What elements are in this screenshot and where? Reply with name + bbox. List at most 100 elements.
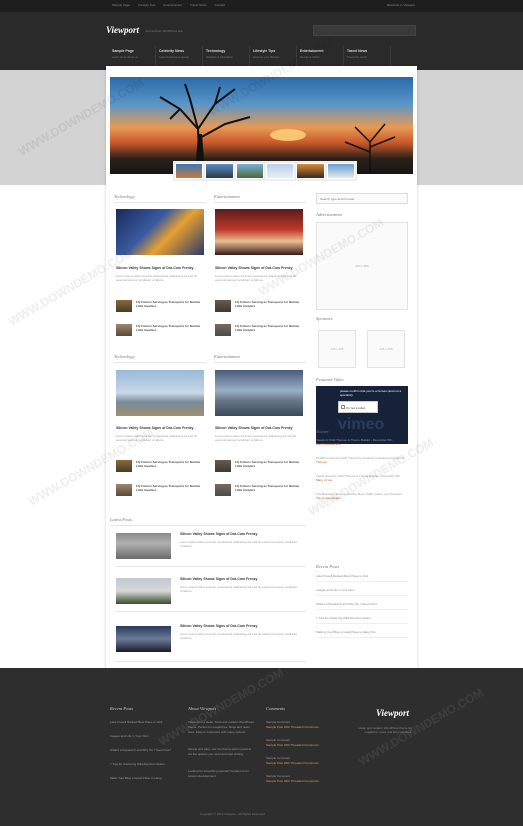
sidebar-title: Twitter [316, 429, 329, 434]
nav-item-title: Travel News [347, 49, 368, 53]
top-link[interactable]: Entertainment [163, 3, 182, 7]
post-excerpt: Lorem ipsum dolor sit amet consectetur a… [116, 434, 198, 442]
footer-recent-link[interactable]: Make Your Blog a Great Place to Hang [110, 776, 162, 780]
tweet: ProfitPro Genesis Child Theme by Creativ… [316, 456, 408, 464]
nav-item-title: Lifestyle Tips [253, 49, 276, 53]
sponsor-ad[interactable]: 125 x 125 [318, 330, 356, 368]
slider-thumb[interactable] [326, 163, 355, 179]
post-excerpt: Lorem ipsum dolor sit amet consectetur a… [215, 274, 297, 282]
slider-thumb[interactable] [175, 163, 204, 179]
post-title[interactable]: Fly Fishers Serving as Transports for Nu… [136, 484, 204, 492]
post-excerpt: Lorem ipsum dolor sit amet consectetur a… [180, 585, 298, 593]
post-image[interactable] [116, 370, 204, 416]
post-title[interactable]: Fly Fishers Serving as Transports for Nu… [136, 324, 204, 332]
post-title[interactable]: Silicon Valley Shows Signs of Dot-Com Fr… [215, 266, 292, 270]
recent-post-link[interactable]: What's a Paparazzi and Why Do I Need One… [316, 602, 408, 610]
site-header: Viewport Just another WordPress site Sam… [0, 12, 523, 74]
nav-item-sub: Travel the world [347, 55, 367, 59]
post-title[interactable]: Silicon Valley Shows Signs of Dot-Com Fr… [180, 577, 257, 581]
top-link[interactable]: Sample Page [112, 3, 130, 7]
post-title[interactable]: Fly Fishers Serving as Transports for Nu… [235, 324, 303, 332]
slider-thumb[interactable] [205, 163, 234, 179]
footer-comment-link[interactable]: Sample Post With Threaded Comments [266, 779, 319, 783]
post-image[interactable] [116, 578, 171, 604]
nav-item-title: Celebrity News [159, 49, 185, 53]
tweet-link[interactable]: http://t.co/example [316, 442, 341, 446]
post-title[interactable]: Fly Fishers Serving as Transports for Nu… [235, 460, 303, 468]
post-thumb[interactable] [215, 460, 231, 472]
site-logo[interactable]: Viewport [106, 25, 139, 35]
footer-recent-link[interactable]: Images and Life in Your Own [110, 734, 148, 738]
footer-description: Clean and modern WordPress theme for mag… [358, 726, 412, 734]
slider-thumb[interactable] [296, 163, 325, 179]
top-link[interactable]: Contact [215, 3, 225, 7]
copyright-text: Copyright © 2012 Viewport · All Rights R… [200, 812, 265, 816]
content-container: Technology Silicon Valley Shows Signs of… [106, 66, 417, 692]
nav-item-sub: Latest Hollywood gossip [159, 55, 190, 59]
footer-comment-link[interactable]: Sample Post With Threaded Comments [266, 761, 319, 765]
post-title[interactable]: Silicon Valley Shows Signs of Dot-Com Fr… [180, 532, 257, 536]
post-thumb[interactable] [116, 460, 132, 472]
post-image[interactable] [116, 626, 171, 652]
post-thumb[interactable] [215, 484, 231, 496]
footer-about-text: Looking for something special? Contact u… [188, 769, 249, 773]
tree-silhouette-icon [159, 83, 251, 174]
section-divider [114, 202, 206, 203]
featured-video-player[interactable]: please confirm that you're a human (and … [316, 386, 408, 444]
captcha-checkbox[interactable]: I'm not a robot [338, 401, 378, 413]
post-thumb[interactable] [116, 484, 132, 496]
post-image[interactable] [116, 533, 171, 559]
recent-post-link[interactable]: Lake Powell Ranked Best Place to Visit [316, 574, 408, 582]
section-divider [214, 202, 306, 203]
recent-post-link[interactable]: Making Your Blog a Great Place to Hang O… [316, 630, 408, 638]
footer-recent-link[interactable]: What's a Paparazzi and Why Do I Need One… [110, 748, 171, 752]
slider-thumb[interactable] [235, 163, 264, 179]
top-link[interactable]: Lifestyle Tips [138, 3, 155, 7]
post-title[interactable]: Silicon Valley Shows Signs of Dot-Com Fr… [116, 266, 193, 270]
footer-comment-link[interactable]: Sample Post With Threaded Comments [266, 725, 319, 729]
post-title[interactable]: Fly Fishers Serving as Transports for Nu… [235, 484, 303, 492]
checkbox-icon [341, 405, 345, 409]
footer-comment-author: Sample Comment [266, 774, 291, 778]
header-search-input[interactable] [313, 25, 416, 36]
post-thumb[interactable] [215, 300, 231, 312]
post-thumb[interactable] [215, 324, 231, 336]
post-title[interactable]: Silicon Valley Shows Signs of Dot-Com Fr… [116, 426, 193, 430]
footer-logo[interactable]: Viewport [376, 708, 409, 718]
footer-about-text: Viewport is a clean, fresh and modern Wo… [188, 720, 254, 724]
post-image[interactable] [116, 209, 204, 255]
post-title[interactable]: Fly Fishers Serving as Transports for Nu… [136, 300, 204, 308]
footer-about-text: custom development. [188, 774, 217, 778]
post-thumb[interactable] [116, 300, 132, 312]
footer-comment-author: Sample Comment [266, 756, 291, 760]
footer-column-title: Recent Posts [110, 706, 134, 711]
footer-recent-link[interactable]: Lake Powell Ranked Best Place to Visit [110, 720, 162, 724]
sponsor-ad[interactable]: 125 x 125 [367, 330, 405, 368]
tweet-link[interactable]: http://t.co/example [316, 496, 341, 500]
tweet: Viewport Child Themes & Theme Builder - … [316, 438, 408, 446]
recent-post-link[interactable]: Images and Life in Your Own [316, 588, 408, 596]
sidebar-search-input[interactable] [316, 193, 408, 204]
post-title[interactable]: Fly Fishers Serving as Transports for Nu… [136, 460, 204, 468]
featured-slider[interactable] [110, 77, 413, 174]
recent-post-link[interactable]: 7 Tips for Capturing Wild Attention Span… [316, 616, 408, 624]
post-title[interactable]: Silicon Valley Shows Signs of Dot-Com Fr… [215, 426, 292, 430]
ad-banner[interactable]: 300 x 250 [316, 222, 408, 310]
slider-thumb[interactable] [265, 163, 295, 179]
section-divider [114, 362, 206, 363]
footer-recent-link[interactable]: 7 Tips for Capturing Wild Attention Span… [110, 762, 165, 766]
tweet-link[interactable]: Many of you [316, 478, 332, 482]
post-thumb[interactable] [116, 324, 132, 336]
footer-column-title: About Viewport [188, 706, 217, 711]
post-image[interactable] [215, 209, 303, 255]
ad-size-label: 125 x 125 [379, 347, 393, 351]
top-link[interactable]: Travel News [190, 3, 207, 7]
ad-size-label: 125 x 125 [330, 347, 344, 351]
post-title[interactable]: Fly Fishers Serving as Transports for Nu… [235, 300, 303, 308]
footer-comment-link[interactable]: Sample Post With Threaded Comments [266, 743, 319, 747]
post-image[interactable] [215, 370, 303, 416]
footer-about-text: sites. Easy to customize with many optio… [188, 730, 246, 734]
tweet-link[interactable]: Themes [316, 460, 327, 464]
post-title[interactable]: Silicon Valley Shows Signs of Dot-Com Fr… [180, 624, 257, 628]
section-title: Latest Posts [110, 517, 132, 522]
